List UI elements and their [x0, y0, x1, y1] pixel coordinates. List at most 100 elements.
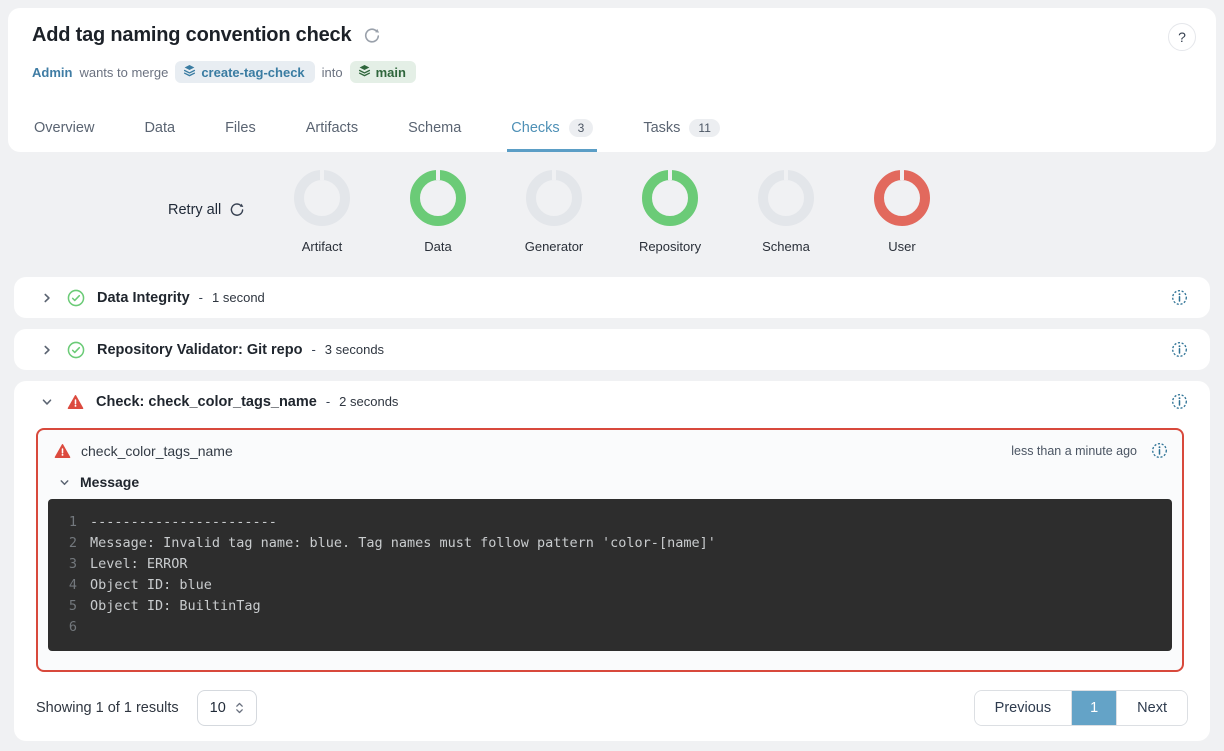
failed-check-panel: check_color_tags_name less than a minute…: [36, 428, 1184, 672]
retry-all-button[interactable]: Retry all: [168, 202, 245, 218]
tab-label: Checks: [511, 120, 559, 136]
message-section-toggle[interactable]: Message: [38, 459, 1182, 499]
chevron-down-icon: [58, 476, 71, 489]
merge-summary: Admin wants to merge create-tag-check in…: [32, 61, 416, 83]
log-line: 6: [62, 617, 1158, 638]
merge-request-checks-page: Add tag naming convention check Admin wa…: [0, 0, 1224, 751]
donut-schema: Schema: [758, 170, 814, 254]
branch-layers-icon: [183, 64, 196, 80]
donut-repository: Repository: [642, 170, 698, 254]
info-icon[interactable]: [1151, 442, 1168, 459]
tab-tasks[interactable]: Tasks 11: [639, 106, 724, 152]
donut-label: Generator: [525, 239, 584, 254]
tab-label: Overview: [34, 120, 94, 136]
separator: -: [311, 342, 315, 357]
tab-label: Files: [225, 120, 256, 136]
check-card-repository-validator: Repository Validator: Git repo - 3 secon…: [14, 329, 1210, 370]
donut-artifact: Artifact: [294, 170, 350, 254]
branch-layers-icon: [358, 64, 371, 80]
donut-label: User: [888, 239, 915, 254]
check-circle-icon: [67, 289, 85, 307]
check-card-data-integrity: Data Integrity - 1 second: [14, 277, 1210, 318]
source-branch-label: create-tag-check: [201, 65, 304, 80]
failed-check-header: check_color_tags_name less than a minute…: [38, 430, 1182, 459]
select-carets-icon: [235, 701, 244, 715]
check-timestamp: less than a minute ago: [1011, 444, 1137, 458]
tab-label: Data: [144, 120, 175, 136]
check-circle-icon: [67, 341, 85, 359]
info-icon[interactable]: [1171, 341, 1188, 358]
page-number-button[interactable]: 1: [1071, 691, 1116, 725]
tab-overview[interactable]: Overview: [30, 106, 98, 152]
donut-user: User: [874, 170, 930, 254]
donut-label: Schema: [762, 239, 810, 254]
warning-triangle-icon: [54, 443, 71, 459]
separator: -: [199, 290, 203, 305]
tab-checks[interactable]: Checks 3: [507, 106, 597, 152]
info-icon[interactable]: [1171, 289, 1188, 306]
source-branch-pill[interactable]: create-tag-check: [175, 61, 314, 83]
page-size-value: 10: [210, 700, 226, 716]
donut-label: Repository: [639, 239, 701, 254]
log-line: 5Object ID: BuiltinTag: [62, 596, 1158, 617]
author-link[interactable]: Admin: [32, 65, 72, 80]
retry-icon: [229, 202, 245, 218]
status-donut[interactable]: [526, 170, 582, 226]
pagination: Previous 1 Next: [974, 690, 1188, 726]
message-section-label: Message: [80, 474, 139, 490]
tab-label: Tasks: [643, 120, 680, 136]
merge-action-text: wants to merge: [79, 65, 168, 80]
header-card: Add tag naming convention check Admin wa…: [8, 8, 1216, 152]
status-donut[interactable]: [874, 170, 930, 226]
previous-page-button[interactable]: Previous: [975, 691, 1071, 725]
tab-label: Schema: [408, 120, 461, 136]
chevron-down-icon[interactable]: [40, 395, 54, 409]
title-row: Add tag naming convention check: [32, 24, 381, 47]
check-row[interactable]: Repository Validator: Git repo - 3 secon…: [14, 329, 1210, 370]
chevron-right-icon[interactable]: [40, 343, 54, 357]
log-line: 2Message: Invalid tag name: blue. Tag na…: [62, 533, 1158, 554]
target-branch-pill[interactable]: main: [350, 61, 416, 83]
log-line: 3Level: ERROR: [62, 554, 1158, 575]
into-text: into: [322, 65, 343, 80]
help-button[interactable]: ?: [1168, 23, 1196, 51]
check-row[interactable]: Data Integrity - 1 second: [14, 277, 1210, 318]
check-title: Data Integrity: [97, 290, 190, 306]
log-output: 1----------------------- 2Message: Inval…: [48, 499, 1172, 651]
check-duration: 3 seconds: [325, 342, 384, 357]
tasks-count-badge: 11: [689, 119, 719, 137]
status-donut[interactable]: [642, 170, 698, 226]
tab-data[interactable]: Data: [140, 106, 179, 152]
status-donut[interactable]: [410, 170, 466, 226]
tab-files[interactable]: Files: [221, 106, 260, 152]
donut-label: Data: [424, 239, 451, 254]
chevron-right-icon[interactable]: [40, 291, 54, 305]
donut-data: Data: [410, 170, 466, 254]
checks-count-badge: 3: [569, 119, 594, 137]
log-line: 1-----------------------: [62, 512, 1158, 533]
warning-triangle-icon: [67, 394, 84, 410]
check-title: Repository Validator: Git repo: [97, 342, 302, 358]
donut-label: Artifact: [302, 239, 342, 254]
status-donut[interactable]: [294, 170, 350, 226]
tab-label: Artifacts: [306, 120, 358, 136]
check-title: Check: check_color_tags_name: [96, 394, 317, 410]
check-duration: 2 seconds: [339, 394, 398, 409]
target-branch-label: main: [376, 65, 406, 80]
results-footer: Showing 1 of 1 results 10 Previous 1 Nex…: [36, 690, 1188, 726]
check-row[interactable]: Check: check_color_tags_name - 2 seconds: [14, 381, 1210, 422]
log-line: 4Object ID: blue: [62, 575, 1158, 596]
check-type-donuts: Artifact Data Generator Repository Schem…: [294, 170, 930, 254]
page-title: Add tag naming convention check: [32, 24, 351, 47]
page-size-select[interactable]: 10: [197, 690, 257, 726]
tab-artifacts[interactable]: Artifacts: [302, 106, 362, 152]
failed-check-name: check_color_tags_name: [81, 443, 233, 459]
check-duration: 1 second: [212, 290, 265, 305]
info-icon[interactable]: [1171, 393, 1188, 410]
status-donut[interactable]: [758, 170, 814, 226]
refresh-icon[interactable]: [363, 27, 381, 45]
retry-all-label: Retry all: [168, 202, 221, 218]
tab-schema[interactable]: Schema: [404, 106, 465, 152]
check-card-color-tags: Check: check_color_tags_name - 2 seconds…: [14, 381, 1210, 741]
next-page-button[interactable]: Next: [1116, 691, 1187, 725]
